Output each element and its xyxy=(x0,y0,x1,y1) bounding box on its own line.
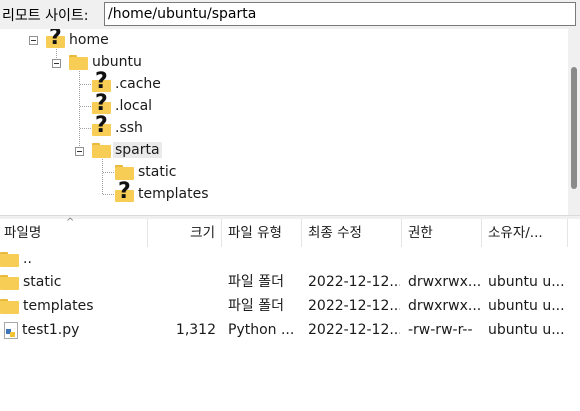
file-row-test1-py[interactable]: test1.py 1,312 Python ... 2022-12-12... … xyxy=(0,318,580,342)
file-name: test1.py xyxy=(22,322,80,338)
tree-node-label: .local xyxy=(115,98,153,114)
tree-node-home[interactable]: ? home xyxy=(46,29,109,50)
column-header-size[interactable]: 크기 xyxy=(148,219,222,247)
file-name-cell: templates xyxy=(0,294,146,318)
file-modified: 2022-12-12... xyxy=(308,322,400,338)
file-row-parent[interactable]: .. xyxy=(0,247,580,271)
file-name-cell: .. xyxy=(0,247,146,271)
column-header-label: 소유자/... xyxy=(488,225,543,241)
tree-node-ssh[interactable]: ? .ssh xyxy=(92,114,143,138)
file-permissions: drwxrwx... xyxy=(408,274,480,290)
column-header-label: 파일 유형 xyxy=(228,225,282,241)
file-permissions: drwxrwx... xyxy=(408,298,480,314)
unknown-folder-icon: ? xyxy=(46,29,65,50)
folder-icon xyxy=(69,54,88,70)
tree-node-label: sparta xyxy=(113,142,162,158)
file-row-templates[interactable]: templates 파일 폴더 2022-12-12... drwxrwx...… xyxy=(0,294,580,318)
file-list-header: ^ 파일명 크기 파일 유형 최종 수정 권한 소유자/... xyxy=(0,217,580,248)
file-modified: 2022-12-12... xyxy=(308,274,400,290)
file-size xyxy=(148,270,216,294)
unknown-folder-icon: ? xyxy=(115,180,134,204)
file-type: Python ... xyxy=(228,322,295,338)
python-file-icon xyxy=(4,321,18,339)
folder-icon xyxy=(0,298,19,314)
tree-collapse-sparta[interactable] xyxy=(75,147,84,156)
remote-site-bar: 리모트 사이트: xyxy=(0,0,580,30)
file-name: static xyxy=(23,274,62,290)
column-header-modified[interactable]: 최종 수정 xyxy=(302,219,402,247)
file-name: .. xyxy=(23,251,32,267)
file-size: 1,312 xyxy=(175,322,216,338)
folder-icon xyxy=(0,251,19,267)
file-list: .. static 파일 폴더 2022-12-12... drwxrwx...… xyxy=(0,247,580,411)
file-permissions: -rw-rw-r-- xyxy=(408,322,473,338)
file-size xyxy=(148,294,216,318)
column-header-type[interactable]: 파일 유형 xyxy=(222,219,302,247)
tree-node-label: static xyxy=(138,164,177,180)
column-header-label: 권한 xyxy=(408,225,433,241)
file-type: 파일 폴더 xyxy=(228,298,284,314)
file-row-static[interactable]: static 파일 폴더 2022-12-12... drwxrwx... ub… xyxy=(0,270,580,294)
tree-node-label: home xyxy=(69,32,109,48)
column-header-label: 최종 수정 xyxy=(308,225,362,241)
file-type: 파일 폴더 xyxy=(228,274,284,290)
tree-node-label: .cache xyxy=(115,76,161,92)
column-header-label: 파일명 xyxy=(4,225,42,241)
tree-collapse-home[interactable] xyxy=(29,36,38,45)
remote-site-label: 리모트 사이트: xyxy=(2,8,89,24)
unknown-folder-icon: ? xyxy=(92,114,111,138)
folder-icon xyxy=(92,142,111,158)
tree-scroll-thumb[interactable] xyxy=(571,67,577,189)
remote-directory-tree: ? home ubuntu ? .cache ? .local ? .ssh s… xyxy=(0,29,580,215)
file-name-cell: test1.py xyxy=(0,318,146,342)
file-modified: 2022-12-12... xyxy=(308,298,400,314)
tree-scrollbar[interactable] xyxy=(568,29,580,215)
folder-icon xyxy=(115,164,134,180)
sort-ascending-icon: ^ xyxy=(66,217,75,228)
tree-node-label: templates xyxy=(138,186,209,202)
tree-node-label: ubuntu xyxy=(92,54,142,70)
tree-node-templates[interactable]: ? templates xyxy=(115,180,209,204)
tree-collapse-ubuntu[interactable] xyxy=(52,59,61,68)
file-owner: ubuntu u... xyxy=(488,274,565,290)
tree-node-sparta[interactable]: sparta xyxy=(92,140,162,160)
file-owner: ubuntu u... xyxy=(488,322,565,338)
column-header-name[interactable]: ^ 파일명 xyxy=(0,217,148,247)
tree-node-label: .ssh xyxy=(115,120,143,136)
file-name-cell: static xyxy=(0,270,146,294)
file-name: templates xyxy=(23,298,94,314)
column-header-permissions[interactable]: 권한 xyxy=(402,219,482,247)
column-header-label: 크기 xyxy=(190,225,215,241)
column-header-owner[interactable]: 소유자/... xyxy=(482,219,568,247)
file-list-scrollbar[interactable] xyxy=(568,219,580,411)
file-owner: ubuntu u... xyxy=(488,298,565,314)
remote-path-input[interactable] xyxy=(104,2,576,26)
folder-icon xyxy=(0,274,19,290)
